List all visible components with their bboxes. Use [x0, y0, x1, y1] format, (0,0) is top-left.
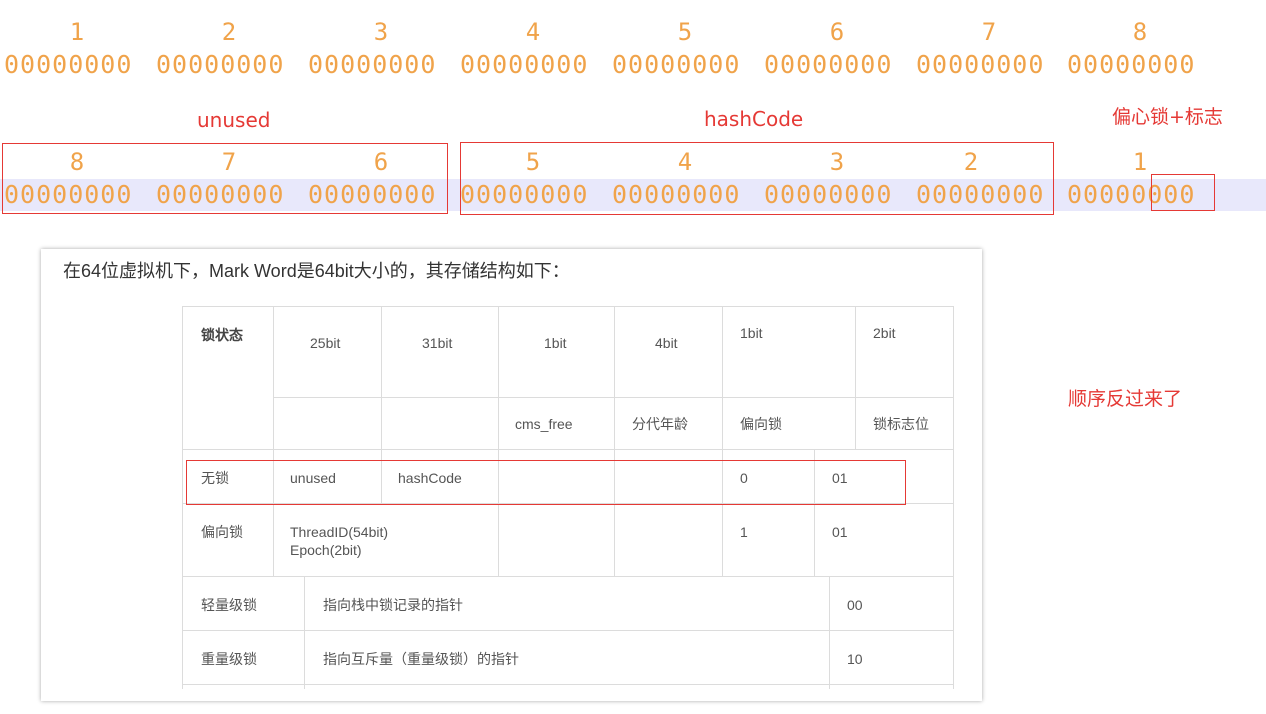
subheader-gen-age: 分代年龄 [632, 416, 688, 432]
row-heavyweight-flag: 10 [847, 651, 863, 667]
table-line [953, 306, 954, 689]
row-state-lightweight: 轻量级锁 [201, 597, 257, 613]
unused-label: unused [197, 108, 271, 132]
reversed-order-note: 顺序反过来了 [1068, 388, 1183, 410]
byte-index: 6 [829, 18, 845, 46]
table-intro: 在64位虚拟机下，Mark Word是64bit大小的，其存储结构如下： [63, 261, 570, 281]
table-line [498, 306, 499, 576]
row-biased-biased: 1 [740, 524, 748, 540]
hashcode-bytes-box [460, 142, 1054, 215]
header-width: 1bit [740, 325, 763, 341]
row-biased-epoch: Epoch(2bit) [290, 542, 362, 558]
row-state-heavyweight: 重量级锁 [201, 651, 257, 667]
byte-index: 4 [525, 18, 541, 46]
unlocked-row-highlight-box [186, 460, 906, 505]
subheader-cms-free: cms_free [515, 416, 573, 432]
byte-index: 2 [221, 18, 237, 46]
table-line [614, 306, 615, 576]
table-line [182, 306, 954, 307]
table-line [722, 306, 723, 576]
lock-flag-bits-box [1151, 174, 1215, 211]
byte-index: 5 [677, 18, 693, 46]
table-line [182, 306, 183, 689]
byte-bits: 00000000 [916, 50, 1045, 79]
byte-index: 3 [373, 18, 389, 46]
table-line [182, 684, 954, 685]
subheader-biased: 偏向锁 [740, 416, 782, 432]
header-lock-state: 锁状态 [201, 327, 243, 343]
table-line [273, 306, 274, 576]
row-lightweight-desc: 指向栈中锁记录的指针 [323, 597, 463, 613]
header-width: 4bit [655, 335, 678, 351]
header-width: 1bit [544, 335, 567, 351]
byte-bits: 00000000 [308, 50, 437, 79]
row-biased-threadid: ThreadID(54bit) [290, 524, 389, 540]
byte-bits: 00000000 [460, 50, 589, 79]
byte-bits: 00000000 [612, 50, 741, 79]
byte-index: 7 [981, 18, 997, 46]
table-line [829, 576, 830, 689]
header-width: 2bit [873, 325, 896, 341]
row-biased-flag: 01 [832, 524, 848, 540]
table-line [182, 630, 954, 631]
table-line [182, 576, 954, 577]
byte-bits: 00000000 [4, 50, 133, 79]
table-line [855, 306, 856, 449]
row-lightweight-flag: 00 [847, 597, 863, 613]
header-width: 31bit [422, 335, 453, 351]
table-line [304, 576, 305, 689]
byte-index: 1 [1132, 148, 1148, 176]
unused-bytes-box [2, 143, 448, 214]
table-line [182, 449, 954, 450]
byte-index: 1 [69, 18, 85, 46]
subheader-lock-flag: 锁标志位 [873, 416, 929, 432]
biased-flag-label: 偏心锁+标志 [1112, 106, 1223, 128]
byte-bits: 00000000 [764, 50, 893, 79]
hashcode-label: hashCode [704, 107, 804, 131]
byte-bits: 00000000 [1067, 50, 1196, 79]
byte-index: 8 [1132, 18, 1148, 46]
row-state-biased: 偏向锁 [201, 524, 243, 540]
row-heavyweight-desc: 指向互斥量（重量级锁）的指针 [323, 651, 519, 667]
header-width: 25bit [310, 335, 341, 351]
byte-bits: 00000000 [156, 50, 285, 79]
